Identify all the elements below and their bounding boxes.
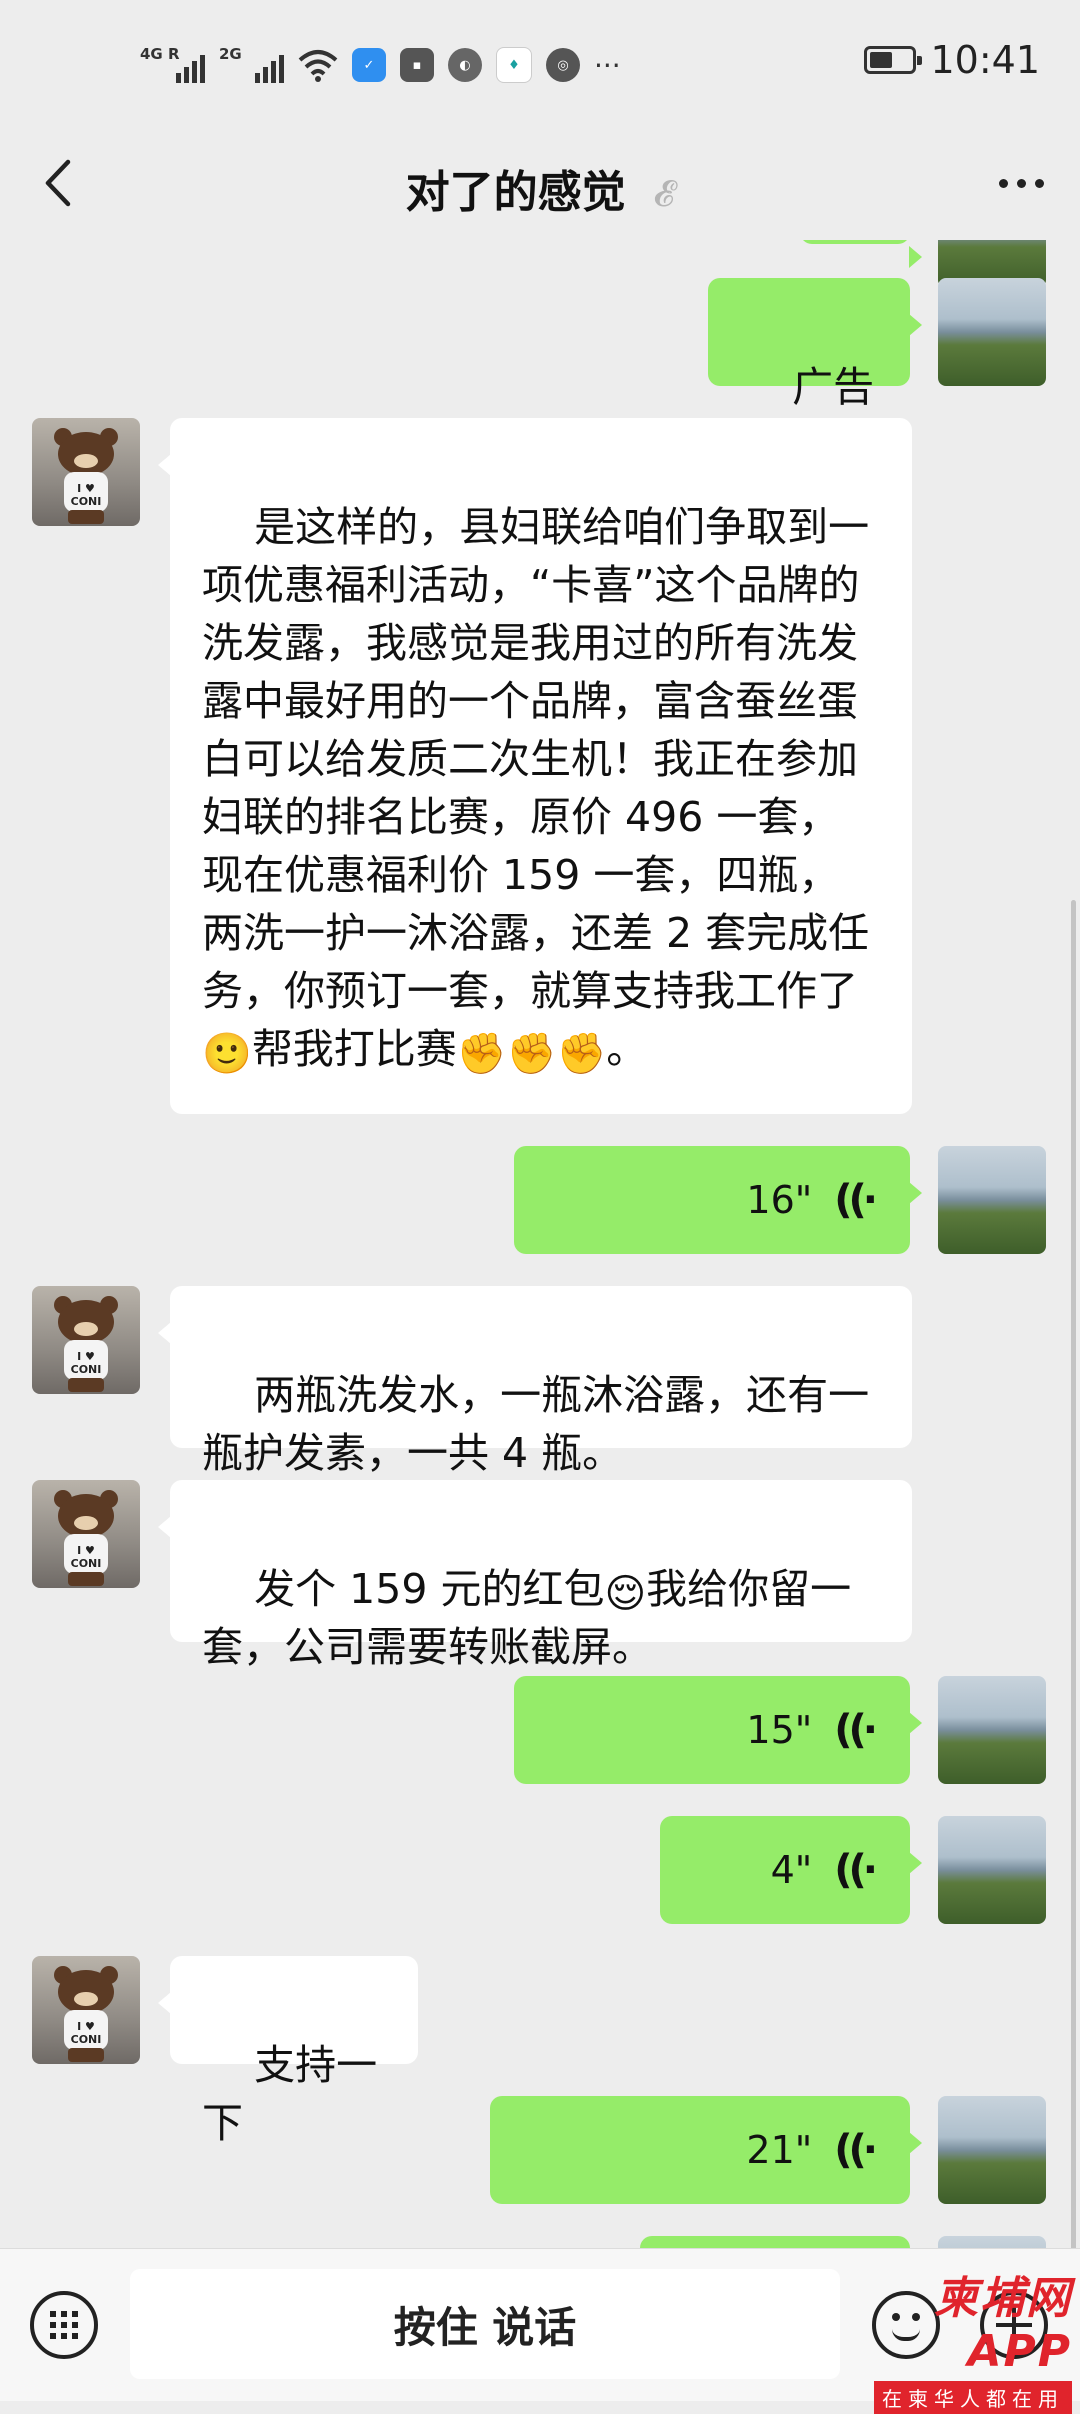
contact-avatar[interactable]: I ♥ CONI — [32, 1480, 140, 1588]
globe-icon: ◎ — [546, 48, 580, 82]
ear-muted-icon: 𝓔 — [653, 174, 675, 215]
signal-4g-label: 4G R — [140, 45, 180, 63]
message-text: 是这样的，县妇联给咱们争取到一项优惠福利活动，“卡喜”这个品牌的洗发露，我感觉是… — [202, 503, 870, 1015]
voice-message-bubble[interactable]: 16" ((· — [514, 1146, 922, 1254]
keyboard-toggle-button[interactable] — [30, 2291, 98, 2359]
voice-wave-icon: ((· — [834, 1847, 878, 1893]
battery-level — [870, 52, 893, 68]
hold-to-talk-button[interactable]: 按住 说话 — [130, 2269, 840, 2379]
watermark: 柬埔网 APP 在柬华人都在用 — [822, 2262, 1072, 2414]
shield-icon: ✓ — [352, 48, 386, 82]
message-text-end: 。 — [606, 1025, 648, 1073]
smile-emoji-icon: 🙂 — [202, 1031, 252, 1077]
bear-shirt-label: I ♥ CONI — [70, 1544, 102, 1570]
status-bar: 4G R 2G ✓ ▪ ◐ ♦ ◎ ··· 10:41 — [0, 0, 1080, 130]
contact-avatar[interactable]: I ♥ CONI — [32, 1286, 140, 1394]
voice-message-bubble[interactable]: 4" ((· — [660, 1816, 922, 1924]
more-notifications-icon: ··· — [594, 48, 621, 82]
fist-emoji-icon: ✊ — [556, 1031, 607, 1077]
wifi-icon — [298, 50, 338, 82]
my-avatar[interactable] — [938, 1676, 1046, 1784]
voice-duration: 16" — [746, 1178, 813, 1222]
my-avatar[interactable] — [938, 1146, 1046, 1254]
my-avatar[interactable] — [938, 2236, 1046, 2248]
more-button[interactable] — [986, 148, 1056, 218]
voice-message-bubble[interactable]: 15" ((· — [514, 1676, 922, 1784]
my-avatar[interactable] — [938, 278, 1046, 386]
voice-wave-icon: ((· — [834, 1177, 878, 1223]
chat-header: 对了的感觉 𝓔 — [0, 130, 1080, 240]
partial-message-bubble[interactable] — [640, 2236, 910, 2248]
contact-avatar[interactable]: I ♥ CONI — [32, 418, 140, 526]
voice-duration: 21" — [746, 2128, 813, 2172]
message-text: 支持一下 — [202, 2041, 378, 2147]
scrollbar[interactable] — [1071, 900, 1076, 2248]
fist-emoji-icon: ✊ — [456, 1031, 507, 1077]
keyboard-icon — [50, 2311, 78, 2339]
contact-avatar[interactable]: I ♥ CONI — [32, 1956, 140, 2064]
message-bubble-in[interactable]: 是这样的，县妇联给咱们争取到一项优惠福利活动，“卡喜”这个品牌的洗发露，我感觉是… — [158, 418, 912, 1114]
message-bubble-out[interactable]: 广告吗 — [708, 278, 922, 469]
fist-emoji-icon: ✊ — [506, 1031, 557, 1077]
drop-app-icon: ♦ — [496, 47, 532, 83]
clock: 10:41 — [930, 38, 1040, 82]
voice-duration: 4" — [770, 1848, 813, 1892]
chat-title: 对了的感觉 𝓔 — [0, 156, 1080, 220]
status-icons-left: 4G R 2G ✓ ▪ ◐ ♦ ◎ ··· — [140, 40, 621, 90]
voice-wave-icon: ((· — [834, 2127, 878, 2173]
signal-4g-icon: 4G R — [140, 47, 205, 83]
chat-title-text: 对了的感觉 — [405, 167, 626, 218]
partial-message-bubble[interactable] — [800, 240, 922, 268]
message-bubble-in[interactable]: 两瓶洗发水，一瓶沐浴露，还有一瓶护发素，一共 4 瓶。 — [158, 1286, 912, 1477]
voice-message-bubble[interactable]: 21" ((· — [490, 2096, 922, 2204]
watermark-logo: 柬埔网 APP — [934, 2273, 1072, 2377]
message-text-tail: 帮我打比赛 — [251, 1025, 457, 1073]
message-text: 两瓶洗发水，一瓶沐浴露，还有一瓶护发素，一共 4 瓶。 — [202, 1371, 870, 1477]
voice-wave-icon: ((· — [834, 1707, 878, 1753]
watermark-slogan: 在柬华人都在用 — [874, 2381, 1072, 2414]
blush-emoji-icon: 😌 — [604, 1571, 647, 1617]
signal-2g-icon: 2G — [219, 47, 284, 83]
my-avatar[interactable] — [938, 2096, 1046, 2204]
bear-shirt-label: I ♥ CONI — [70, 2020, 102, 2046]
battery-icon — [864, 46, 923, 74]
hold-to-talk-label: 按住 说话 — [393, 2302, 577, 2352]
signal-2g-label: 2G — [219, 45, 242, 63]
bear-shirt-label: I ♥ CONI — [70, 482, 102, 508]
voice-duration: 15" — [746, 1708, 813, 1752]
message-bubble-in[interactable]: 发个 159 元的红包😌我给你留一套，公司需要转账截屏。 — [158, 1480, 912, 1671]
status-icons-right: 10:41 — [864, 38, 1040, 82]
message-bubble-in[interactable]: 支持一下 — [158, 1956, 418, 2147]
more-icon — [998, 178, 1008, 188]
message-text: 发个 159 元的红包 — [254, 1565, 605, 1613]
browser-icon: ◐ — [448, 48, 482, 82]
bear-shirt-label: I ♥ CONI — [70, 1350, 102, 1376]
message-list[interactable]: 广告吗 I ♥ CONI 是这样的，县妇联给咱们争取到一项优惠福利活动，“卡喜”… — [0, 240, 1080, 2248]
my-avatar[interactable] — [938, 1816, 1046, 1924]
huawei-app-icon: ▪ — [400, 48, 434, 82]
